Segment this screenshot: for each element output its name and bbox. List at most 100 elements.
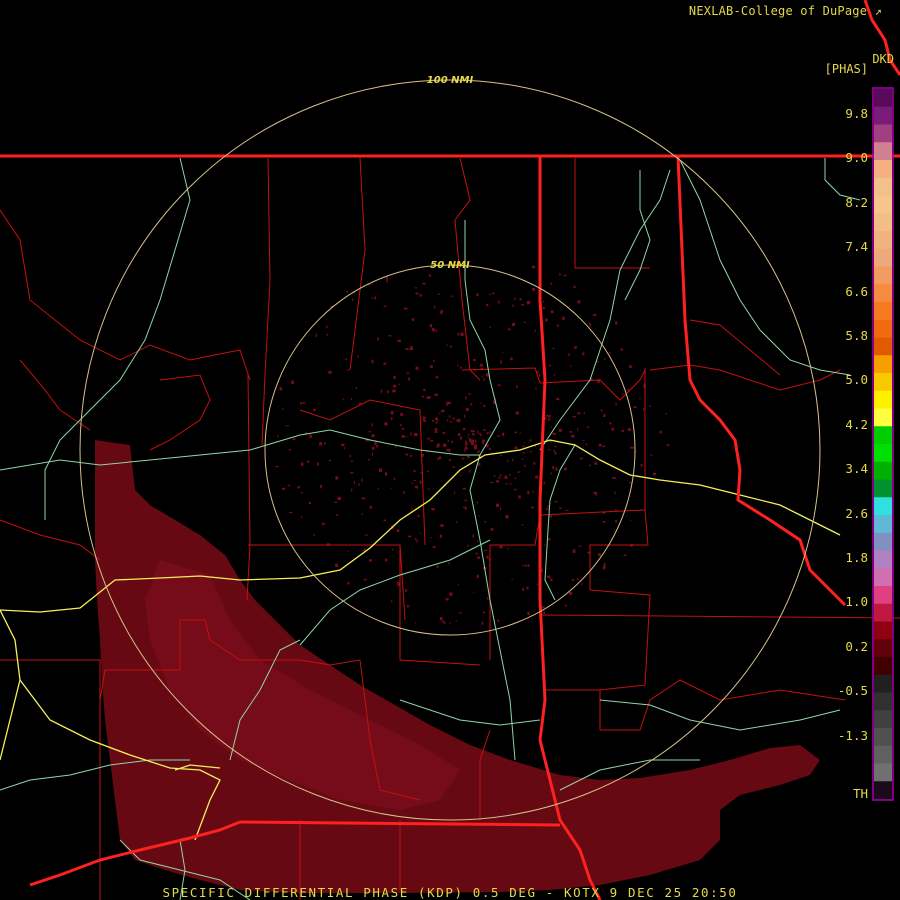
echo-speck	[465, 440, 467, 444]
echo-speck	[350, 398, 353, 401]
echo-speck	[533, 462, 536, 465]
echo-speck	[519, 432, 521, 434]
echo-speck	[534, 329, 536, 333]
echo-speck	[411, 481, 413, 484]
echo-speck	[275, 465, 279, 468]
echo-speck	[371, 423, 373, 427]
echo-speck	[383, 305, 387, 307]
legend-tick-label: 8.2	[845, 194, 868, 210]
echo-speck	[523, 321, 526, 323]
echo-speck	[481, 621, 484, 625]
echo-speck	[439, 456, 442, 459]
echo-speck	[587, 426, 590, 428]
echo-speck	[414, 622, 416, 624]
echo-speck	[480, 402, 482, 404]
echo-speck	[423, 420, 427, 422]
echo-speck	[582, 352, 585, 356]
echo-speck	[500, 454, 502, 456]
echo-speck	[415, 366, 419, 370]
echo-speck	[445, 598, 449, 601]
color-legend	[872, 87, 894, 801]
echo-speck	[410, 432, 412, 436]
echo-speck	[511, 578, 513, 580]
echo-speck	[471, 546, 473, 548]
range-ring-100-label: 100 NMI	[427, 75, 474, 86]
echo-speck	[393, 384, 396, 388]
echo-speck	[483, 429, 486, 431]
echo-speck	[557, 324, 559, 327]
echo-speck	[478, 515, 480, 517]
legend-swatch	[874, 745, 892, 764]
external-link-icon: ↗	[874, 4, 882, 18]
echo-speck	[643, 408, 645, 412]
echo-speck	[553, 374, 556, 376]
echo-speck	[550, 282, 553, 285]
echo-speck	[486, 432, 489, 435]
echo-speck	[406, 605, 410, 608]
echo-speck	[440, 524, 444, 527]
echo-speck	[472, 534, 475, 538]
echo-speck	[602, 445, 606, 448]
echo-speck	[436, 565, 439, 568]
legend-swatch	[874, 337, 892, 356]
echo-speck	[307, 460, 310, 463]
echo-speck	[326, 333, 328, 336]
echo-speck	[535, 387, 537, 390]
echo-speck	[300, 492, 303, 494]
legend-tick-label: 9.0	[845, 150, 868, 166]
echo-speck	[328, 370, 332, 374]
echo-speck	[352, 298, 354, 301]
echo-speck	[441, 409, 445, 413]
echo-speck	[565, 510, 569, 511]
echo-speck	[572, 549, 576, 553]
echo-speck	[319, 442, 323, 446]
echo-speck	[505, 483, 508, 485]
echo-speck	[458, 612, 462, 614]
echo-speck	[556, 398, 560, 401]
echo-speck	[313, 408, 316, 412]
legend-swatch	[874, 692, 892, 711]
echo-speck	[434, 305, 436, 309]
echo-speck	[548, 418, 551, 421]
echo-speck	[623, 554, 627, 557]
echo-speck	[419, 294, 422, 297]
echo-speck	[368, 431, 372, 433]
echo-speck	[372, 452, 373, 456]
echo-speck	[542, 307, 545, 310]
units-label: [PHAS]	[824, 62, 868, 76]
echo-speck	[525, 564, 527, 567]
echo-speck	[289, 449, 292, 451]
echo-speck	[451, 440, 453, 443]
echo-speck	[415, 485, 419, 489]
echo-speck	[442, 431, 446, 434]
echo-speck	[384, 558, 388, 562]
echo-speck	[281, 487, 286, 490]
legend-swatch	[874, 657, 892, 676]
echo-speck	[465, 408, 469, 411]
echo-speck	[475, 552, 478, 555]
echo-speck	[555, 467, 558, 471]
echo-speck	[464, 414, 466, 418]
echo-speck	[622, 393, 624, 395]
echo-speck	[572, 416, 576, 418]
echo-speck	[393, 477, 396, 480]
legend-swatch	[874, 266, 892, 285]
echo-speck	[302, 402, 306, 404]
echo-speck	[603, 563, 606, 567]
echo-speck	[549, 515, 553, 518]
echo-speck	[400, 413, 404, 416]
echo-speck	[447, 439, 449, 442]
echo-speck	[491, 292, 495, 294]
echo-speck	[598, 443, 602, 447]
echo-speck	[514, 488, 517, 491]
echo-speck	[521, 304, 524, 306]
echo-speck	[449, 421, 452, 423]
echo-speck	[476, 293, 479, 297]
echo-speck	[466, 456, 470, 459]
echo-speck	[407, 535, 412, 538]
echo-speck	[300, 516, 303, 518]
echo-speck	[529, 439, 532, 442]
echo-speck	[430, 537, 432, 539]
echo-speck	[313, 534, 315, 537]
echo-speck	[523, 442, 525, 444]
